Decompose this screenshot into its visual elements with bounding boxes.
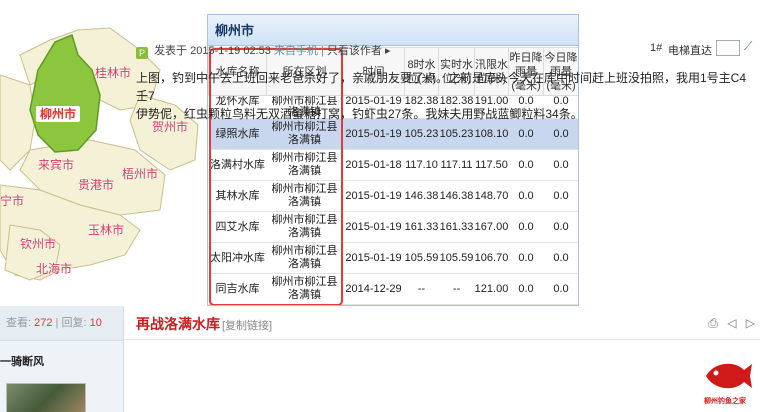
map-label-3: 来宾市	[38, 158, 75, 172]
cell-reservoir-name: 洛满村水库	[208, 149, 267, 181]
cell-live-level: 105.59	[438, 242, 475, 274]
cell-flood-limit: 121.00	[474, 273, 509, 305]
cell-time: 2015-01-18	[342, 149, 405, 181]
map-label-4: 梧州市	[122, 167, 159, 181]
map-label-0: 桂林市	[95, 66, 132, 80]
cell-live-level: 146.38	[438, 180, 475, 212]
cell-flood-limit: 167.00	[474, 211, 509, 243]
post-meta: P 发表于 2015-1-19 02:53 来自手机 | 只看该作者 ▸	[136, 42, 391, 59]
cell-8am-level: 117.10	[404, 149, 439, 181]
cell-reservoir-name: 太阳冲水库	[208, 242, 267, 274]
cell-time: 2015-01-19	[342, 180, 405, 212]
cell-today-rain: 0.0	[543, 211, 578, 243]
post-body: 上图，钓到中午去上班回来老爸杀好了，亲戚朋友要了点。之前是库头今天在库中时间赶上…	[136, 69, 756, 123]
cell-time: 2015-01-19	[342, 118, 405, 150]
cell-yesterday-rain: 0.0	[508, 149, 544, 181]
map-label-9: 北海市	[36, 262, 73, 276]
cell-today-rain: 0.0	[543, 118, 578, 150]
table-row[interactable]: 绿照水库 柳州市柳江县洛满镇 2015-01-19 105.23 105.23 108.1…	[208, 118, 578, 150]
cell-live-level: --	[438, 273, 475, 305]
cell-8am-level: --	[404, 273, 439, 305]
floor-number: 1#	[650, 42, 663, 54]
map-label-8: 钦州市	[20, 237, 57, 251]
views-label: 查看:	[6, 317, 32, 329]
cell-yesterday-rain: 0.0	[508, 211, 544, 243]
cell-yesterday-rain: 0.0	[508, 242, 544, 274]
cell-yesterday-rain: 0.0	[508, 273, 544, 305]
cell-time: 2015-01-19	[342, 211, 405, 243]
cell-8am-level: 146.38	[404, 180, 439, 212]
cell-flood-limit: 117.50	[474, 149, 509, 181]
author-sidebar: 一骑断风	[0, 340, 124, 412]
replies-label: 回复:	[61, 317, 87, 329]
print-prev-next-icons[interactable]: ⎙ ◁ ▷	[708, 316, 758, 331]
cell-flood-limit: 106.70	[474, 242, 509, 274]
cell-time: 2014-12-29	[342, 273, 405, 305]
thread-header: 再战洛满水库 [复制链接] ⎙ ◁ ▷	[124, 306, 760, 340]
views-count: 272	[34, 317, 53, 329]
only-author-link[interactable]: 只看该作者	[327, 45, 382, 57]
posted-at: 发表于 2015-1-19 02:53	[154, 45, 271, 57]
cell-live-level: 105.23	[438, 118, 475, 150]
author-name[interactable]: 一骑断风	[0, 353, 44, 369]
meta-separator: |	[320, 45, 324, 57]
cell-district: 柳州市柳江县洛满镇	[266, 180, 343, 212]
cell-flood-limit: 108.10	[474, 118, 509, 150]
copy-link-button[interactable]: [复制链接]	[222, 317, 272, 333]
avatar[interactable]	[6, 383, 86, 412]
map-label-7: 玉林市	[88, 223, 125, 237]
cell-today-rain: 0.0	[543, 180, 578, 212]
cell-live-level: 117.11	[438, 149, 475, 181]
thread-stats: 查看: 272 | 回复: 10	[0, 306, 124, 340]
watermark-text: 柳州钓鱼之家	[704, 398, 746, 405]
cell-today-rain: 0.0	[543, 273, 578, 305]
watermark-logo: 柳州钓鱼之家	[700, 354, 754, 406]
cell-district: 柳州市柳江县洛满镇	[266, 149, 343, 181]
table-row[interactable]: 同吉水库 柳州市柳江县洛满镇 2014-12-29 -- -- 121.00 0.0 0.0	[208, 273, 578, 305]
cell-today-rain: 0.0	[543, 242, 578, 274]
cell-8am-level: 105.59	[404, 242, 439, 274]
post-source: 来自手机	[273, 45, 318, 57]
cell-district: 柳州市柳江县洛满镇	[266, 211, 343, 243]
cell-reservoir-name: 绿照水库	[208, 118, 267, 150]
stats-separator: |	[55, 317, 59, 329]
cell-reservoir-name: 其林水库	[208, 180, 267, 212]
table-row[interactable]: 其林水库 柳州市柳江县洛满镇 2015-01-19 146.38 146.38 148.7…	[208, 180, 578, 212]
thread-title[interactable]: 再战洛满水库	[136, 314, 220, 334]
cell-8am-level: 105.23	[404, 118, 439, 150]
cell-time: 2015-01-19	[342, 242, 405, 274]
post-line: 伊势伲，红虫颗粒鸟料无双酒蜜糖打窝，钓虾虫27条。我妹夫用野战蓝鲫粒料34条。	[136, 107, 583, 121]
cell-reservoir-name: 同吉水库	[208, 273, 267, 305]
fish-logo-icon	[706, 363, 752, 389]
forum-post: 查看: 272 | 回复: 10 再战洛满水库 [复制链接] ⎙ ◁ ▷ 一骑断…	[0, 306, 760, 412]
replies-count: 10	[89, 317, 102, 329]
floor-jump-input[interactable]	[716, 40, 740, 56]
cell-district: 柳州市柳江县洛满镇	[266, 242, 343, 274]
cell-live-level: 161.33	[438, 211, 475, 243]
floor-jump-label: 电梯直达	[668, 45, 712, 57]
cell-yesterday-rain: 0.0	[508, 118, 544, 150]
cell-yesterday-rain: 0.0	[508, 180, 544, 212]
cell-today-rain: 0.0	[543, 149, 578, 181]
table-row[interactable]: 洛满村水库 柳州市柳江县洛满镇 2015-01-18 117.10 117.11 117.…	[208, 149, 578, 181]
cell-district: 柳州市柳江县洛满镇	[266, 118, 343, 150]
map-label-5: 贵港市	[78, 178, 115, 192]
cell-district: 柳州市柳江县洛满镇	[266, 273, 343, 305]
cell-flood-limit: 148.70	[474, 180, 509, 212]
post-line: 上图，钓到中午去上班回来老爸杀好了，亲戚朋友要了点。之前是库头今天在库中时间赶上…	[136, 71, 747, 103]
cell-reservoir-name: 四艾水库	[208, 211, 267, 243]
only-author-arrow-icon: ▸	[384, 45, 391, 57]
map-label-6: 宁市	[0, 194, 25, 208]
table-row[interactable]: 四艾水库 柳州市柳江县洛满镇 2015-01-19 161.33 161.33 167.0…	[208, 211, 578, 243]
map-label-1: 柳州市	[36, 106, 81, 122]
table-body: 龙怀水库 柳州市柳江县洛满镇 2015-01-19 182.38 182.38 191.0…	[208, 95, 578, 305]
table-row[interactable]: 太阳冲水库 柳州市柳江县洛满镇 2015-01-19 105.59 105.59 106.…	[208, 242, 578, 274]
floor-go-icon[interactable]: ⟋	[744, 39, 752, 54]
post-icon: P	[136, 47, 148, 59]
cell-8am-level: 161.33	[404, 211, 439, 243]
